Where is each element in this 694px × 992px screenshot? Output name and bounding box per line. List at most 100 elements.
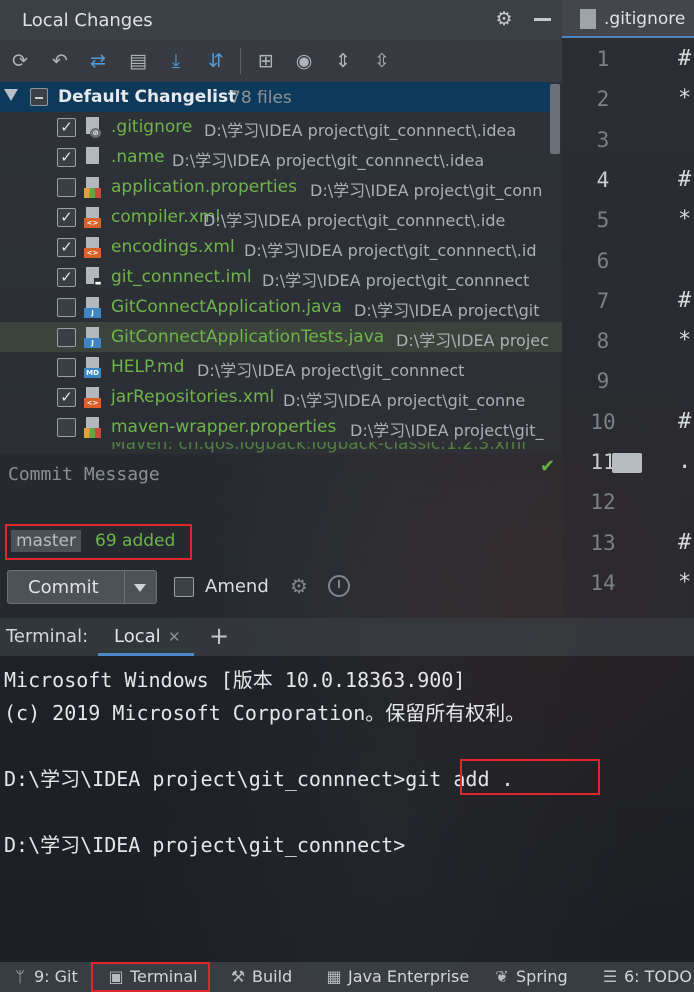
properties-file-icon: [84, 416, 105, 438]
file-checkbox[interactable]: [57, 328, 76, 347]
amend-checkbox[interactable]: [174, 577, 194, 597]
file-name: compiler.xml: [111, 207, 221, 227]
file-row[interactable]: J GitConnectApplicationTests.java: [0, 322, 562, 352]
collapse-all-icon[interactable]: ⇳: [370, 49, 394, 73]
file-checkbox[interactable]: ✓: [57, 388, 76, 407]
code-char: .: [678, 449, 692, 474]
code-char: *: [678, 569, 692, 595]
file-name: .name: [111, 147, 165, 167]
file-row[interactable]: ✓ <> encodings.xml: [0, 232, 562, 262]
eye-icon[interactable]: ◉: [292, 49, 316, 73]
tool-window-bar: ᛘ 9: Git ▣ Terminal ⚒ Build ▦ Java Enterpris…: [0, 962, 694, 992]
commit-message-input[interactable]: Commit Message: [8, 464, 160, 485]
gear-icon[interactable]: ⚙: [290, 574, 308, 598]
file-row[interactable]: ✓ <> jarRepositories.xml: [0, 382, 562, 412]
diff-arrows-icon[interactable]: ⇄: [86, 49, 110, 73]
line-number: 10: [590, 409, 616, 434]
rollback-icon[interactable]: ↶: [48, 49, 72, 73]
file-row[interactable]: Maven: ch.qos.logback:logback-classic:1.…: [0, 442, 562, 454]
code-char: #: [678, 287, 692, 313]
branch-status: master 69 added: [5, 524, 192, 560]
folder-icon: [612, 453, 642, 473]
tool-todo[interactable]: ☰ 6: TODO: [602, 967, 692, 986]
code-char: #: [678, 529, 692, 555]
line-number: 8: [596, 329, 610, 354]
file-checkbox[interactable]: [57, 178, 76, 197]
refresh-icon[interactable]: ⟳: [8, 49, 32, 73]
file-checkbox[interactable]: ✓: [57, 118, 76, 137]
terminal-line: D:\学习\IDEA project\git_connnect>git add …: [4, 767, 514, 791]
commit-button-label: Commit: [28, 577, 99, 598]
markdown-file-icon: MD: [84, 356, 105, 378]
branch-label[interactable]: master: [11, 530, 81, 552]
tool-git[interactable]: ᛘ 9: Git: [12, 967, 78, 986]
tool-spring[interactable]: ❦ Spring: [494, 967, 567, 986]
history-icon[interactable]: [328, 575, 350, 597]
group-by-icon[interactable]: ⊞: [254, 49, 278, 73]
tab-gitignore[interactable]: .gitignore: [562, 0, 694, 38]
amend-label: Amend: [205, 576, 269, 597]
terminal-tabs: Terminal: Local ✕ +: [0, 618, 694, 656]
changelist-row[interactable]: Default Changelist 78 files: [0, 82, 550, 112]
command-highlight: [460, 759, 600, 795]
file-checkbox[interactable]: [57, 298, 76, 317]
update-icon[interactable]: ⇵: [204, 49, 228, 73]
file-row[interactable]: ✓ ⊘ .gitignore: [0, 112, 562, 142]
hammer-icon: ⚒: [230, 967, 246, 986]
gear-icon[interactable]: ⚙: [494, 9, 514, 29]
file-row[interactable]: application.properties: [0, 172, 562, 202]
spring-leaf-icon: ❦: [495, 967, 509, 986]
xml-file-icon: <>: [84, 236, 105, 258]
code-char: *: [678, 328, 692, 354]
commit-button[interactable]: Commit: [7, 570, 157, 604]
file-name: jarRepositories.xml: [111, 387, 275, 407]
expand-triangle-icon[interactable]: [4, 89, 18, 101]
file-row[interactable]: J GitConnectApplication.java: [0, 292, 562, 322]
file-name: HELP.md: [111, 357, 185, 377]
line-number: 5: [596, 208, 610, 233]
terminal-line: D:\学习\IDEA project\git_connnect>: [4, 833, 406, 857]
gitignore-icon: ⊘: [84, 116, 105, 138]
file-checkbox[interactable]: [57, 418, 76, 437]
file-row[interactable]: ✓ .name: [0, 142, 562, 172]
properties-file-icon: [84, 176, 105, 198]
close-icon[interactable]: ✕: [168, 628, 181, 646]
list-icon: ☰: [602, 967, 618, 986]
local-changes-toolbar: ⟳ ↶ ⇄ ▤ ⤓ ⇵ ⊞ ◉ ⇕ ⇳: [0, 40, 562, 82]
file-checkbox[interactable]: [57, 358, 76, 377]
changelist-checkbox[interactable]: [30, 88, 48, 106]
file-checkbox[interactable]: ✓: [57, 208, 76, 227]
terminal-line: Microsoft Windows [版本 10.0.18363.900]: [4, 668, 466, 692]
java-file-icon: J: [84, 296, 105, 318]
java-file-icon: J: [84, 326, 105, 348]
shelve-icon[interactable]: ⤓: [164, 49, 188, 73]
tab-local[interactable]: Local ✕: [98, 618, 194, 656]
file-row[interactable]: ✓ ▬ git_connnect.iml: [0, 262, 562, 292]
file-name: encodings.xml: [111, 237, 235, 257]
file-row[interactable]: maven-wrapper.properties: [0, 412, 562, 442]
code-char: *: [678, 86, 692, 112]
tool-build[interactable]: ⚒ Build: [230, 967, 292, 986]
file-name: maven-wrapper.properties: [111, 417, 337, 437]
chevron-down-icon[interactable]: [134, 584, 146, 592]
changelist-icon[interactable]: ▤: [126, 49, 150, 73]
terminal-highlight: [91, 962, 210, 992]
line-number: 14: [590, 570, 616, 595]
add-tab-icon[interactable]: +: [209, 622, 229, 650]
git-branch-icon: ᛘ: [15, 967, 25, 986]
code-char: #: [678, 166, 692, 192]
file-checkbox[interactable]: ✓: [57, 148, 76, 167]
file-row[interactable]: MD HELP.md: [0, 352, 562, 382]
check-icon: ✔: [540, 456, 556, 477]
toolbar-divider: [240, 48, 241, 74]
file-row[interactable]: ✓ <> compiler.xml: [0, 202, 562, 232]
file-checkbox[interactable]: ✓: [57, 238, 76, 257]
iml-file-icon: ▬: [84, 266, 105, 288]
minimize-icon[interactable]: [534, 18, 551, 21]
xml-file-icon: <>: [84, 206, 105, 228]
tool-java-enterprise[interactable]: ▦ Java Enterprise: [326, 967, 469, 986]
file-checkbox[interactable]: ✓: [57, 268, 76, 287]
expand-all-icon[interactable]: ⇕: [331, 49, 355, 73]
terminal-output[interactable]: Microsoft Windows [版本 10.0.18363.900] (c…: [0, 656, 694, 962]
line-number: 1: [596, 47, 610, 71]
